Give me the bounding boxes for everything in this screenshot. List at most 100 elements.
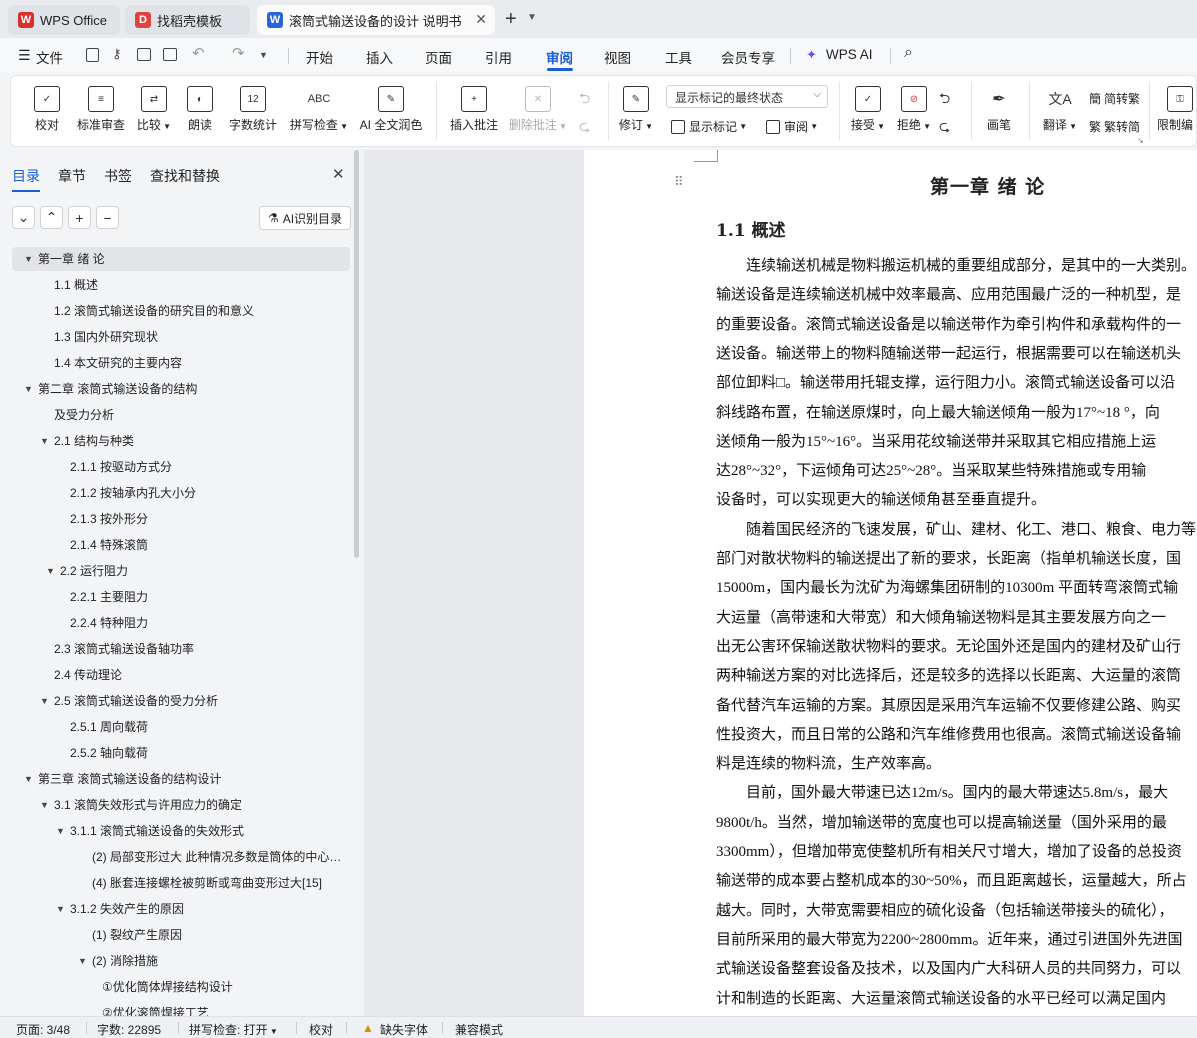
nav-scrollbar[interactable] — [354, 150, 359, 558]
menu-member[interactable]: 会员专享 — [721, 47, 775, 67]
save-icon[interactable] — [86, 48, 99, 62]
menu-wps-ai[interactable]: WPS AI — [826, 47, 873, 62]
toc-item[interactable]: 1.2 滚筒式输送设备的研究目的和意义 — [12, 299, 350, 323]
toc-item[interactable]: 2.5.1 周向载荷 — [12, 715, 350, 739]
delete-comment-button[interactable]: ✕ 删除批注 ▼ — [507, 86, 569, 133]
next-change-icon[interactable]: ⮎ — [939, 116, 950, 140]
caret-down-icon[interactable]: ▼ — [40, 689, 49, 713]
chevron-down-icon[interactable]: ▼ — [527, 12, 537, 23]
menu-view[interactable]: 视图 — [604, 47, 631, 67]
tab-document[interactable]: W 滚筒式输送设备的设计 说明书 ✕ — [257, 5, 495, 35]
read-aloud-button[interactable]: ◐ 朗读 — [181, 86, 219, 133]
compare-button[interactable]: ⇄ 比较 ▼ — [133, 86, 175, 133]
reject-button[interactable]: ⊘ 拒绝 ▼ — [893, 86, 935, 133]
caret-down-icon[interactable]: ▼ — [24, 377, 33, 401]
ai-polish-button[interactable]: ✎ AI 全文润色 — [355, 86, 427, 133]
hamburger-icon[interactable]: ☰ — [18, 47, 31, 64]
caret-down-icon[interactable]: ▼ — [24, 767, 33, 791]
insert-comment-button[interactable]: + 插入批注 — [447, 86, 501, 133]
caret-down-icon[interactable]: ▼ — [56, 897, 65, 921]
menu-home[interactable]: 开始 — [306, 47, 333, 67]
key-icon[interactable]: ⚷ — [112, 46, 122, 62]
toc-item[interactable]: (1) 裂纹产生原因 — [12, 923, 350, 947]
markup-mode-select[interactable]: 显示标记的最终状态 ⌵ — [666, 85, 828, 108]
toc-item[interactable]: ▼ 2.5 滚筒式输送设备的受力分析 — [12, 689, 350, 713]
search-icon[interactable]: ⌕ — [904, 44, 913, 62]
caret-down-icon[interactable]: ▼ — [24, 247, 33, 271]
toc-item[interactable]: (2) 局部变形过大 此种情况多数是筒体的中心区域 — [12, 845, 350, 869]
prev-comment-icon[interactable]: ⮌ — [579, 88, 590, 112]
toc-item[interactable]: 2.1.4 特殊滚筒 — [12, 533, 350, 557]
caret-down-icon[interactable]: ▼ — [40, 429, 49, 453]
tab-docer[interactable]: D 找稻壳模板 — [125, 5, 250, 35]
close-icon[interactable]: ✕ — [475, 11, 487, 28]
spell-check-button[interactable]: ABC 拼写检查 ▼ — [287, 86, 351, 133]
toc-item[interactable]: (4) 胀套连接螺栓被剪断或弯曲变形过大[15] — [12, 871, 350, 895]
menu-tools[interactable]: 工具 — [665, 47, 692, 67]
restrict-edit-button[interactable]: ⚿ 限制编 — [1157, 86, 1197, 133]
print-icon[interactable] — [137, 48, 151, 61]
nav-tab-toc[interactable]: 目录 — [12, 166, 40, 186]
drag-handle-icon[interactable]: ⠿ — [674, 174, 684, 190]
standard-review-button[interactable]: ≡ 标准审查 — [75, 86, 127, 133]
review-pane-button[interactable]: 审阅 ▼ — [766, 118, 818, 135]
missing-font-status[interactable]: 缺失字体 — [380, 1021, 428, 1038]
chevron-down-icon[interactable]: ▼ — [259, 50, 268, 60]
toc-item[interactable]: 2.1.2 按轴承内孔大小分 — [12, 481, 350, 505]
document-page[interactable]: ⠿ 第一章 绪 论 1.1 概述 连续输送机械是物料搬运机械的重要组成部分，是其… — [584, 150, 1197, 1016]
proof-status[interactable]: 校对 — [309, 1021, 333, 1038]
toc-item[interactable]: ▼ (2) 消除措施 — [12, 949, 350, 973]
page-indicator[interactable]: 页面: 3/48 — [16, 1021, 70, 1038]
caret-down-icon[interactable]: ▼ — [40, 793, 49, 817]
next-comment-icon[interactable]: ⮎ — [579, 116, 590, 140]
new-tab-icon[interactable]: + — [505, 8, 517, 31]
toc-item[interactable]: ▼ 2.1 结构与种类 — [12, 429, 350, 453]
word-count-status[interactable]: 字数: 22895 — [97, 1021, 161, 1038]
toc-item[interactable]: 1.1 概述 — [12, 273, 350, 297]
menu-insert[interactable]: 插入 — [366, 47, 393, 67]
toc-item[interactable]: ▼ 3.1.1 滚筒式输送设备的失效形式 — [12, 819, 350, 843]
remove-heading-button[interactable]: − — [96, 206, 119, 229]
show-markup-button[interactable]: 显示标记 ▼ — [671, 118, 747, 135]
toc-item[interactable]: 2.4 传动理论 — [12, 663, 350, 687]
toc-item[interactable]: 1.4 本文研究的主要内容 — [12, 351, 350, 375]
toc-item[interactable]: ▼ 3.1.2 失效产生的原因 — [12, 897, 350, 921]
toc-item[interactable]: 2.5.2 轴向载荷 — [12, 741, 350, 765]
add-heading-button[interactable]: + — [68, 206, 91, 229]
redo-icon[interactable]: ↷ — [232, 44, 245, 62]
toc-item[interactable]: 及受力分析 — [12, 403, 350, 427]
toc-item[interactable]: 2.3 滚筒式输送设备轴功率 — [12, 637, 350, 661]
accept-button[interactable]: ✓ 接受 ▼ — [847, 86, 889, 133]
nav-tab-sections[interactable]: 章节 — [58, 166, 86, 186]
menu-references[interactable]: 引用 — [485, 47, 512, 67]
word-count-button[interactable]: 12 字数统计 — [225, 86, 281, 133]
nav-tab-find-replace[interactable]: 查找和替换 — [150, 166, 220, 186]
toc-item[interactable]: ①优化筒体焊接结构设计 — [12, 975, 350, 999]
nav-tab-bookmarks[interactable]: 书签 — [104, 166, 132, 186]
collapse-down-button[interactable]: ⌄ — [12, 206, 35, 229]
menu-review[interactable]: 审阅 — [546, 47, 573, 67]
track-changes-button[interactable]: ✎ 修订 ▼ — [615, 86, 657, 133]
tab-wps-office[interactable]: W WPS Office — [8, 5, 120, 35]
to-simplified-button[interactable]: 繁 繁转简 — [1089, 118, 1140, 135]
toc-item[interactable]: 2.1.1 按驱动方式分 — [12, 455, 350, 479]
collapse-up-button[interactable]: ⌃ — [40, 206, 63, 229]
toc-item[interactable]: ▼ 第二章 滚筒式输送设备的结构 — [12, 377, 350, 401]
close-icon[interactable]: ✕ — [332, 165, 345, 183]
pen-button[interactable]: ✒ 画笔 — [981, 86, 1017, 133]
expand-group-icon[interactable]: ↘ — [1137, 136, 1144, 145]
menu-file[interactable]: 文件 — [36, 47, 63, 67]
proofread-button[interactable]: ✓ 校对 — [29, 86, 65, 133]
caret-down-icon[interactable]: ▼ — [56, 819, 65, 843]
print-preview-icon[interactable] — [163, 48, 177, 61]
caret-down-icon[interactable]: ▼ — [46, 559, 55, 583]
toc-item[interactable]: ▼ 第一章 绪 论 — [12, 247, 350, 271]
translate-button[interactable]: 文A 翻译 ▼ — [1039, 86, 1081, 133]
caret-down-icon[interactable]: ▼ — [78, 949, 87, 973]
undo-icon[interactable]: ↶ — [192, 44, 205, 62]
toc-item[interactable]: ▼ 2.2 运行阻力 — [12, 559, 350, 583]
toc-item[interactable]: 1.3 国内外研究现状 — [12, 325, 350, 349]
toc-item[interactable]: 2.2.1 主要阻力 — [12, 585, 350, 609]
to-traditional-button[interactable]: 簡 简转繁 — [1089, 90, 1140, 107]
toc-item[interactable]: ▼ 第三章 滚筒式输送设备的结构设计 — [12, 767, 350, 791]
